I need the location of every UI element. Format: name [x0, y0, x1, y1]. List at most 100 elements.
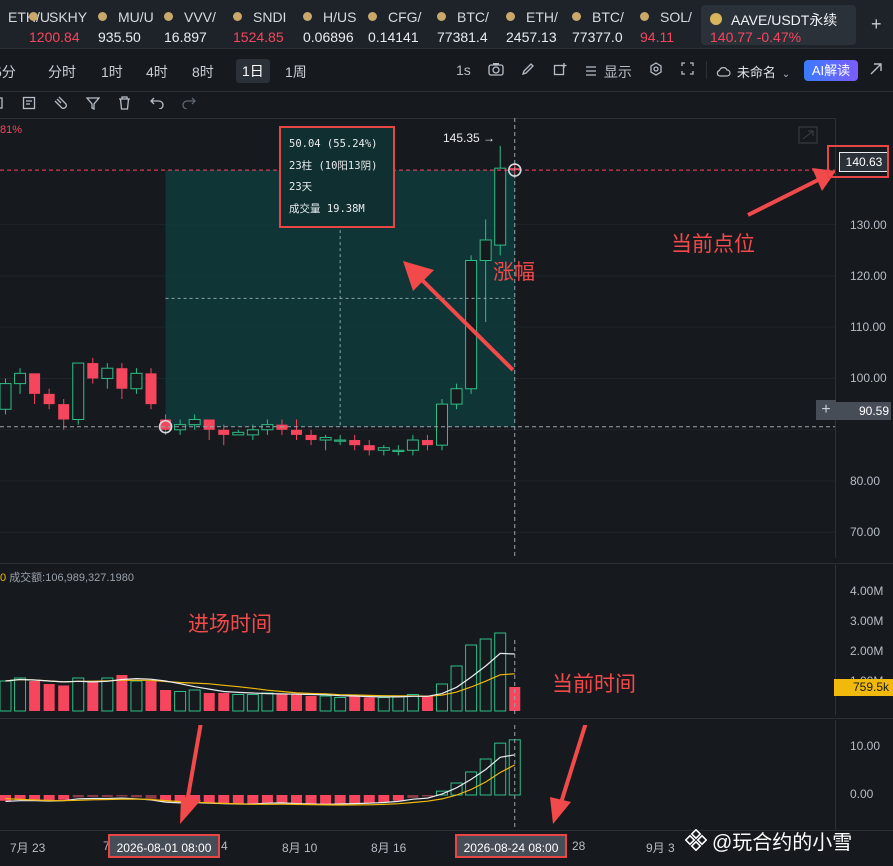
expand-arrow-icon [802, 130, 814, 140]
macd-bar [334, 795, 346, 805]
candle-body [436, 403, 448, 446]
magnet-icon[interactable] [54, 96, 68, 113]
volume-bar [479, 638, 492, 712]
macd-bar [130, 795, 142, 798]
candle-body [450, 388, 463, 405]
candle [58, 398, 70, 430]
timeframe-toolbar: 5分 分时 1时 4时 8时 1日 1周 1s 显示 未命名 ⌄ AI解读 [0, 49, 893, 92]
candle [0, 378, 12, 415]
current-price-highlight [827, 145, 889, 178]
active-ticker-tab[interactable]: AAVE/USDT永续 140.77 -0.47% [701, 5, 856, 45]
ruler-icon[interactable] [0, 96, 6, 113]
account-label: 未命名 [736, 65, 776, 80]
macd-bar [101, 795, 113, 797]
volume-bar [0, 680, 12, 712]
ticker-price: 16.897 [164, 29, 207, 45]
coin-icon [164, 12, 173, 21]
watermark: @玩合约的小雪 [712, 832, 853, 854]
cloud-layout-button[interactable]: 未命名 ⌄ [716, 62, 790, 81]
price-axis[interactable]: 130.00 120.00 110.00 100.00 80.00 70.00 [835, 118, 893, 558]
current-time-box: 2026-08-24 08:00 [455, 834, 567, 858]
settings-icon[interactable] [649, 62, 663, 79]
macd-bar [232, 795, 244, 805]
ticker-strip: ETH/U4SKHY1200.84MU/U935.50VVV/16.897SND… [0, 0, 893, 49]
candle [334, 434, 347, 446]
coin-icon [506, 12, 515, 21]
timeframe-tab[interactable]: 分时 [48, 62, 76, 82]
display-label: 显示 [603, 64, 632, 80]
candle [377, 445, 390, 456]
date-label: 28 [572, 839, 586, 853]
macd-tick-label: 0.00 [850, 787, 874, 801]
coin-icon [572, 12, 581, 21]
ticker-symbol: BTC/ [592, 9, 624, 25]
macd-bar [407, 795, 419, 798]
volume-bar [261, 692, 274, 712]
range-volume: 成交量 19.38M [289, 202, 365, 215]
add-alert-icon[interactable]: + [816, 400, 836, 420]
macd-bar [291, 795, 302, 804]
coin-icon [233, 12, 242, 21]
macd-bar [320, 795, 332, 805]
add-indicator-icon[interactable] [553, 62, 567, 79]
timeframe-tab[interactable]: 5分 [0, 62, 16, 82]
candle [436, 398, 448, 451]
undo-icon[interactable] [150, 96, 164, 112]
ticker-symbol: SOL/ [660, 9, 692, 25]
ai-analysis-button[interactable]: AI解读 [804, 60, 858, 81]
macd-bar [43, 795, 55, 801]
ticker-price: 0.14141 [368, 29, 419, 45]
macd-bar [349, 795, 361, 804]
add-tab-button[interactable]: + [871, 14, 882, 35]
macd-chart[interactable] [0, 725, 835, 830]
interval-button[interactable]: 1s [456, 62, 471, 78]
volume-bar [160, 690, 172, 711]
display-button[interactable]: 显示 [585, 62, 632, 82]
volume-bar [305, 696, 317, 711]
coin-icon [98, 12, 107, 21]
timeframe-tab[interactable]: 1时 [101, 62, 123, 82]
fullscreen-icon[interactable] [681, 62, 694, 78]
timeframe-tab[interactable]: 4时 [146, 62, 168, 82]
timeframe-tab[interactable]: 8时 [192, 62, 214, 82]
volume-bar [101, 677, 114, 712]
macd-bar [305, 795, 317, 805]
entry-time-box: 2026-08-01 08:00 [108, 834, 220, 858]
arrow-current-price [747, 178, 819, 217]
note-icon[interactable] [22, 96, 36, 113]
macd-bar [203, 795, 215, 804]
timeframe-tab[interactable]: 1周 [285, 62, 307, 82]
ticker-symbol: SNDI [253, 9, 287, 25]
macd-bar [421, 795, 433, 797]
volume-bars [0, 632, 521, 712]
camera-icon[interactable] [488, 62, 504, 79]
filter-icon[interactable] [85, 96, 101, 113]
macd-bar [87, 795, 99, 797]
date-label: 8月 16 [371, 841, 407, 855]
candle-body [349, 440, 361, 446]
pen-icon[interactable] [521, 62, 535, 79]
redo-icon[interactable] [182, 96, 196, 112]
timeframe-tab[interactable]: 1日 [236, 59, 270, 83]
volume-chart[interactable] [0, 580, 835, 715]
candlestick-chart[interactable] [0, 118, 835, 558]
arrow-current-time [558, 725, 588, 807]
macd-bar [363, 795, 375, 804]
macd-bar [218, 795, 230, 804]
volume-bar [276, 694, 288, 711]
candle-body [72, 362, 85, 421]
ticker-price: 77381.4 [437, 29, 488, 45]
ticker-symbol: MU/U [118, 9, 154, 25]
candle [130, 368, 143, 394]
ticker-symbol: SKHY [49, 9, 88, 25]
volume-bar [72, 677, 85, 712]
chevron-down-icon: ⌄ [781, 69, 791, 80]
candle [319, 434, 332, 451]
volume-tick-label: 3.00M [850, 614, 884, 628]
share-icon[interactable] [869, 62, 883, 79]
high-price-label: 145.35 → [443, 131, 496, 145]
trash-icon[interactable] [118, 96, 131, 113]
volume-bar [58, 685, 70, 711]
volume-bar [246, 694, 259, 712]
volume-bar [29, 681, 41, 711]
